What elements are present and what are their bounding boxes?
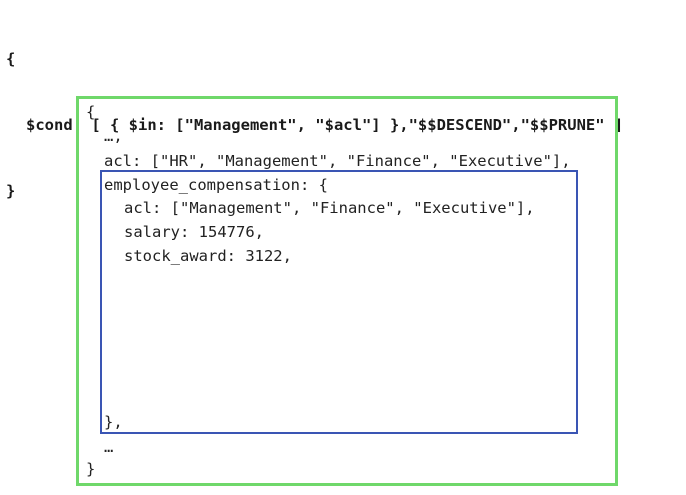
salary-field: salary: 154776, <box>124 223 264 241</box>
document-acl-field: acl: ["HR", "Management", "Finance", "Ex… <box>104 152 571 170</box>
document-ellipsis-bottom: … <box>104 438 114 456</box>
subdocument-acl-field: acl: ["Management", "Finance", "Executiv… <box>124 199 535 217</box>
stock-award-field: stock_award: 3122, <box>124 247 292 265</box>
document-open-brace: { <box>86 103 96 121</box>
query-open-brace: { <box>6 50 16 68</box>
document-close-brace: } <box>86 460 96 478</box>
subdocument-close-brace: }, <box>104 413 123 431</box>
document-ellipsis-top: …, <box>104 127 123 145</box>
subdocument-key: employee_compensation: { <box>104 176 328 194</box>
